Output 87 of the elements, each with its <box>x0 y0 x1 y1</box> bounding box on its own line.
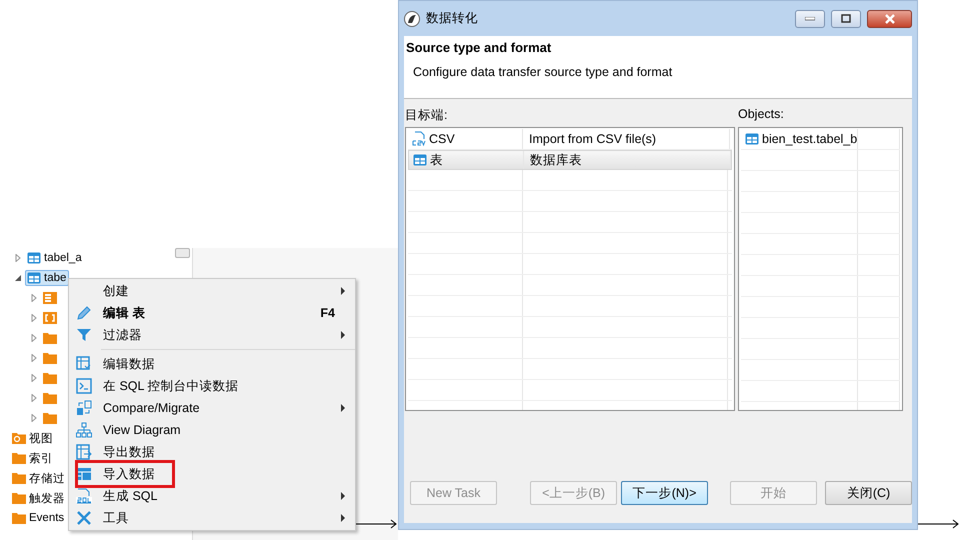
menu-item[interactable]: 编辑 表 F4 <box>69 302 355 324</box>
object-item[interactable]: bien_test.tabel_b <box>741 129 858 149</box>
submenu-arrow-icon <box>341 514 345 522</box>
grid-arrow-icon <box>76 444 92 460</box>
tree-item-icon-only[interactable] <box>41 390 60 406</box>
app-logo-icon <box>404 10 420 26</box>
compare-icon <box>76 400 92 416</box>
collapsed-arrow-icon[interactable] <box>14 254 22 262</box>
tree-item[interactable]: Events <box>10 510 68 526</box>
window-title: 数据转化 <box>426 10 479 27</box>
menu-item[interactable]: 导入数据 <box>69 463 355 485</box>
connector-arrow <box>918 519 960 529</box>
terminal-icon <box>76 378 92 394</box>
menu-item[interactable]: 导出数据 <box>69 441 355 463</box>
submenu-arrow-icon <box>341 404 345 412</box>
connector-arrow <box>356 519 398 529</box>
folder-icon <box>43 352 57 364</box>
menu-item[interactable]: 创建 <box>69 280 355 302</box>
csv-file-icon <box>412 131 426 147</box>
objects-label: Objects: <box>738 107 785 122</box>
submenu-arrow-icon <box>341 287 345 295</box>
grid-edit-icon <box>76 356 92 372</box>
collapsed-arrow-icon[interactable] <box>30 394 38 402</box>
diagram-icon <box>76 422 92 438</box>
tree-item[interactable]: 索引 <box>10 448 56 468</box>
submenu-arrow-icon <box>341 492 345 500</box>
collapsed-arrow-icon[interactable] <box>30 334 38 342</box>
expanded-arrow-icon[interactable] <box>14 274 22 282</box>
tree-item[interactable]: tabel_a <box>25 250 85 266</box>
folder-icon <box>12 472 26 484</box>
collapsed-arrow-icon[interactable] <box>30 314 38 322</box>
tree-item-icon-only[interactable] <box>41 370 60 386</box>
eye-folder-icon <box>12 432 26 444</box>
collapsed-arrow-icon[interactable] <box>30 414 38 422</box>
tree-item[interactable]: 存储过 <box>10 468 68 488</box>
filter-icon <box>76 327 92 343</box>
dialog-button[interactable]: 下一步(N)> <box>621 481 708 505</box>
folder-icon <box>12 492 26 504</box>
folder-icon <box>43 332 57 344</box>
tree-item[interactable]: 触发器 <box>10 488 68 508</box>
table-icon <box>413 154 427 166</box>
tree-item-icon-only[interactable] <box>41 310 60 326</box>
menu-item[interactable]: 工具 <box>69 507 355 529</box>
maximize-button[interactable] <box>831 10 861 28</box>
pencil-icon <box>76 305 92 321</box>
source-description: Import from CSV file(s) <box>523 129 730 149</box>
folder-icon <box>12 512 26 524</box>
close-button[interactable] <box>867 10 912 28</box>
source-name: 表 <box>409 151 524 169</box>
dialog-button[interactable]: 关闭(C) <box>825 481 912 505</box>
table-icon <box>27 252 41 264</box>
submenu-arrow-icon <box>341 331 345 339</box>
sql-file-icon <box>76 488 92 504</box>
source-name: CSV <box>408 129 523 149</box>
tools-icon <box>76 510 92 526</box>
folder-icon <box>43 412 57 424</box>
close-icon <box>884 14 896 24</box>
collapsed-arrow-icon[interactable] <box>30 294 38 302</box>
tree-item[interactable]: tabe <box>25 270 70 286</box>
menu-item[interactable]: Compare/Migrate <box>69 397 355 419</box>
table-icon <box>745 133 759 145</box>
column-list-icon <box>43 292 57 304</box>
bracket-icon <box>43 312 57 324</box>
table-icon <box>27 272 41 284</box>
tree-item-icon-only[interactable] <box>41 290 60 306</box>
collapsed-arrow-icon[interactable] <box>30 374 38 382</box>
target-label: 目标端: <box>405 107 448 122</box>
menu-item[interactable]: 生成 SQL <box>69 485 355 507</box>
header-title: Source type and format <box>406 40 552 55</box>
folder-icon <box>43 392 57 404</box>
source-row[interactable]: 表 数据库表 <box>408 150 732 170</box>
header-subtitle: Configure data transfer source type and format <box>412 65 674 79</box>
menu-item[interactable]: View Diagram <box>69 419 355 441</box>
tree-item-icon-only[interactable] <box>41 330 60 346</box>
source-description: 数据库表 <box>524 151 731 169</box>
tree-item-icon-only[interactable] <box>41 410 60 426</box>
folder-icon <box>43 372 57 384</box>
maximize-icon <box>841 14 851 23</box>
folder-icon <box>12 452 26 464</box>
collapsed-arrow-icon[interactable] <box>30 354 38 362</box>
tree-item[interactable]: 视图 <box>10 428 56 448</box>
menu-item[interactable]: 在 SQL 控制台中读数据 <box>69 375 355 397</box>
minimize-button[interactable] <box>795 10 825 28</box>
tree-item-icon-only[interactable] <box>41 350 60 366</box>
scrollbar-thumb[interactable] <box>175 248 190 258</box>
menu-item[interactable]: 编辑数据 <box>69 353 355 375</box>
minimize-icon <box>805 16 815 20</box>
